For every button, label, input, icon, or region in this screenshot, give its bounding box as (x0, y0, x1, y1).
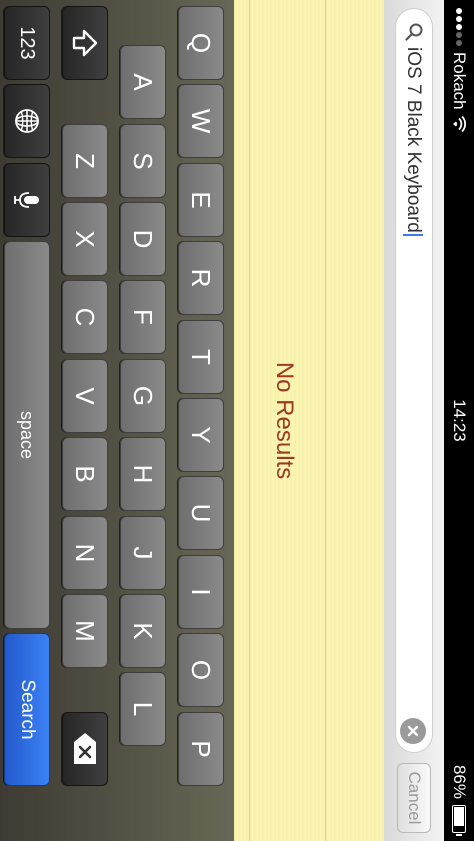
text-caret (403, 233, 424, 236)
key-e[interactable]: E (178, 163, 224, 237)
key-v[interactable]: V (62, 359, 108, 433)
status-bar: Rokach 14:23 86% (444, 0, 474, 841)
shift-arrow-icon (72, 29, 98, 57)
delete-key[interactable] (62, 712, 108, 786)
battery-percent: 86% (450, 764, 469, 799)
shift-key[interactable] (62, 6, 108, 80)
key-b[interactable]: B (62, 437, 108, 511)
status-time: 14:23 (450, 399, 469, 442)
search-bar: iOS 7 Black Keyboard Cancel (383, 0, 444, 841)
key-k[interactable]: K (120, 594, 166, 668)
key-i[interactable]: I (178, 555, 224, 629)
search-input[interactable]: iOS 7 Black Keyboard (395, 8, 433, 753)
key-h[interactable]: H (120, 437, 166, 511)
key-o[interactable]: O (178, 633, 224, 707)
key-t[interactable]: T (178, 320, 224, 394)
key-p[interactable]: P (178, 712, 224, 786)
microphone-icon (14, 192, 39, 208)
space-key[interactable]: space (4, 241, 50, 629)
key-l[interactable]: L (120, 672, 166, 746)
key-n[interactable]: N (62, 516, 108, 590)
battery-group: 86% (449, 765, 469, 833)
key-c[interactable]: C (62, 280, 108, 354)
clear-x-icon (407, 725, 419, 737)
key-z[interactable]: Z (62, 124, 108, 198)
key-x[interactable]: X (62, 202, 108, 276)
cancel-button[interactable]: Cancel (397, 763, 431, 833)
results-area: No Results (234, 0, 384, 841)
key-r[interactable]: R (178, 241, 224, 315)
key-m[interactable]: M (62, 594, 108, 668)
key-q[interactable]: Q (178, 6, 224, 80)
key-u[interactable]: U (178, 476, 224, 550)
key-a[interactable]: A (120, 45, 166, 119)
key-g[interactable]: G (120, 359, 166, 433)
no-results-label: No Results (271, 361, 298, 480)
ruled-line (325, 0, 326, 841)
numbers-key[interactable]: 123 (4, 6, 50, 80)
key-j[interactable]: J (120, 516, 166, 590)
key-f[interactable]: F (120, 280, 166, 354)
battery-fill (454, 807, 464, 826)
ruled-line (249, 0, 250, 841)
globe-icon (15, 109, 39, 133)
search-query: iOS 7 Black Keyboard (402, 47, 424, 236)
globe-key[interactable] (4, 84, 50, 158)
key-y[interactable]: Y (178, 398, 224, 472)
battery-icon (452, 805, 466, 833)
key-s[interactable]: S (120, 124, 166, 198)
key-w[interactable]: W (178, 84, 224, 158)
dictation-key[interactable] (4, 163, 50, 237)
keyboard: Q W E R T Y U I O P A S D F G H J K L Z … (0, 0, 234, 841)
screen: Rokach 14:23 86% iOS 7 Black Keyboard Ca… (0, 0, 474, 841)
backspace-icon (74, 733, 96, 764)
clear-search-button[interactable] (400, 718, 426, 744)
search-key[interactable]: Search (4, 633, 50, 786)
key-d[interactable]: D (120, 202, 166, 276)
search-icon (405, 23, 423, 41)
